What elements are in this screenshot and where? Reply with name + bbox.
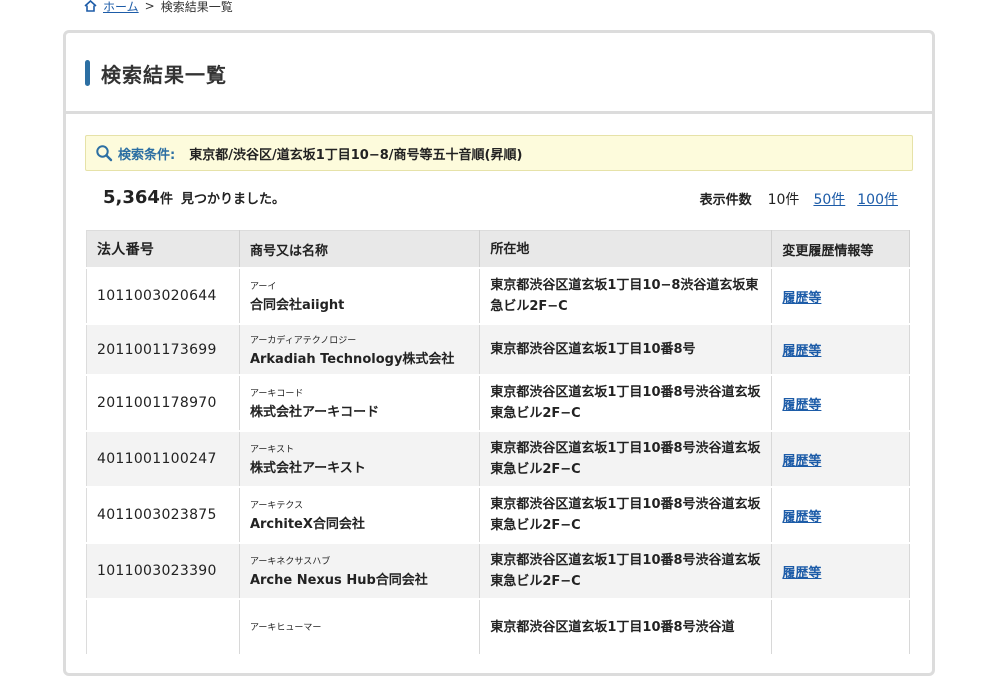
table-row: アーキヒューマー 東京都渋谷区道玄坂1丁目10番8号渋谷道	[86, 599, 910, 656]
cell-kana: アーキテクス	[249, 501, 304, 511]
cell-trade-name: アーキヒューマー	[239, 599, 481, 656]
result-count-number: 5,364	[103, 187, 160, 208]
search-condition-value: 東京都/渋谷区/道玄坂1丁目10−8/商号等五十音順(昇順)	[189, 147, 523, 163]
per-page-current: 10件	[767, 192, 800, 208]
cell-name: ArchiteX合同会社	[249, 517, 365, 532]
header-change-history: 変更履歴情報等	[771, 230, 910, 269]
cell-history: 履歴等	[771, 324, 910, 376]
cell-trade-name: アーキネクサスハブ Arche Nexus Hub合同会社	[239, 543, 481, 600]
results-card: 検索結果一覧 検索条件: 東京都/渋谷区/道玄坂1丁目10−8/商号等五十音順(…	[63, 30, 935, 676]
cell-corporate-number: 2011001173699	[86, 324, 240, 376]
cell-kana: アーイ	[249, 282, 277, 292]
cell-trade-name: アーキコード株式会社アーキコード	[239, 375, 481, 432]
cell-kana: アーキコード	[249, 389, 304, 399]
history-link[interactable]: 履歴等	[782, 510, 821, 525]
cell-corporate-number: 4011003023875	[86, 487, 240, 544]
cell-trade-name: アーイ合同会社aiight	[239, 268, 481, 325]
cell-address: 東京都渋谷区道玄坂1丁目10−8渋谷道玄坂東急ビル2F−C	[479, 268, 773, 325]
results-table: 法人番号 商号又は名称 所在地 変更履歴情報等 1011003020644 アー…	[86, 230, 910, 656]
per-page-100-link[interactable]: 100件	[857, 189, 898, 209]
breadcrumb: ホーム > 検索結果一覧	[84, 0, 233, 15]
cell-kana: アーカディアテクノロジー	[249, 335, 357, 346]
table-row: 4011001100247 アーキスト株式会社アーキスト 東京都渋谷区道玄坂1丁…	[86, 431, 910, 488]
cell-history	[771, 599, 910, 656]
cell-corporate-number: 1011003023390	[86, 543, 240, 600]
cell-kana: アーキネクサスハブ	[249, 557, 331, 567]
cell-corporate-number	[86, 599, 240, 656]
cell-kana: アーキヒューマー	[249, 622, 322, 633]
search-condition-box: 検索条件: 東京都/渋谷区/道玄坂1丁目10−8/商号等五十音順(昇順)	[85, 135, 913, 171]
cell-address: 東京都渋谷区道玄坂1丁目10番8号渋谷道玄坂東急ビル2F−C	[479, 375, 773, 432]
cell-trade-name: アーキテクス ArchiteX合同会社	[239, 487, 481, 544]
table-row: 1011003020644 アーイ合同会社aiight 東京都渋谷区道玄坂1丁目…	[86, 268, 910, 325]
result-count-unit: 件	[159, 192, 173, 207]
page-title: 検索結果一覧	[101, 63, 227, 87]
breadcrumb-separator: >	[144, 0, 155, 13]
search-icon	[96, 145, 113, 162]
header-corporate-number: 法人番号	[86, 230, 240, 269]
per-page-selector: 表示件数 10件 50件 100件	[700, 189, 898, 209]
per-page-label: 表示件数	[699, 193, 752, 208]
breadcrumb-home-link[interactable]: ホーム	[103, 0, 139, 15]
title-accent-bar	[85, 60, 90, 86]
home-icon	[84, 0, 97, 12]
cell-address: 東京都渋谷区道玄坂1丁目10番8号渋谷道玄坂東急ビル2F−C	[479, 543, 773, 600]
result-count-suffix: 見つかりました。	[180, 192, 285, 207]
history-link[interactable]: 履歴等	[782, 291, 821, 306]
cell-corporate-number: 4011001100247	[86, 431, 240, 488]
cell-name: Arche Nexus Hub合同会社	[249, 573, 428, 588]
table-row: 1011003023390 アーキネクサスハブ Arche Nexus Hub合同…	[86, 543, 910, 600]
history-link[interactable]: 履歴等	[782, 398, 821, 413]
cell-name: Arkadiah Technology株式会社	[249, 351, 455, 367]
card-header: 検索結果一覧	[66, 33, 932, 114]
header-trade-name: 商号又は名称	[239, 230, 481, 269]
history-link[interactable]: 履歴等	[782, 566, 821, 581]
cell-address: 東京都渋谷区道玄坂1丁目10番8号	[479, 324, 773, 376]
table-row: 4011003023875 アーキテクス ArchiteX合同会社 東京都渋谷区道…	[86, 487, 910, 544]
cell-name: 株式会社アーキスト	[249, 461, 366, 476]
history-link[interactable]: 履歴等	[782, 344, 821, 359]
history-link[interactable]: 履歴等	[782, 454, 821, 469]
cell-name: 合同会社aiight	[249, 298, 345, 313]
cell-corporate-number: 1011003020644	[86, 268, 240, 325]
cell-history: 履歴等	[771, 431, 910, 488]
cell-address: 東京都渋谷区道玄坂1丁目10番8号渋谷道玄坂東急ビル2F−C	[479, 431, 773, 488]
cell-trade-name: アーキスト株式会社アーキスト	[239, 431, 481, 488]
table-header-row: 法人番号 商号又は名称 所在地 変更履歴情報等	[86, 230, 910, 269]
cell-corporate-number: 2011001178970	[86, 375, 240, 432]
cell-address: 東京都渋谷区道玄坂1丁目10番8号渋谷道玄坂東急ビル2F−C	[479, 487, 773, 544]
cell-history: 履歴等	[771, 543, 910, 600]
result-count: 5,364 件 見つかりました。	[103, 187, 285, 208]
per-page-50-link[interactable]: 50件	[813, 189, 845, 209]
table-row: 2011001178970 アーキコード株式会社アーキコード 東京都渋谷区道玄坂…	[86, 375, 910, 432]
breadcrumb-current: 検索結果一覧	[160, 0, 233, 14]
cell-history: 履歴等	[771, 487, 910, 544]
cell-history: 履歴等	[771, 375, 910, 432]
cell-kana: アーキスト	[249, 445, 295, 455]
table-row: 2011001173699 アーカディアテクノロジー Arkadiah Techn…	[86, 324, 910, 376]
cell-address: 東京都渋谷区道玄坂1丁目10番8号渋谷道	[479, 599, 773, 656]
cell-history: 履歴等	[771, 268, 910, 325]
header-address: 所在地	[479, 230, 773, 269]
search-condition-label: 検索条件:	[118, 147, 176, 163]
cell-name: 株式会社アーキコード	[249, 405, 380, 420]
cell-trade-name: アーカディアテクノロジー Arkadiah Technology株式会社	[239, 324, 481, 376]
